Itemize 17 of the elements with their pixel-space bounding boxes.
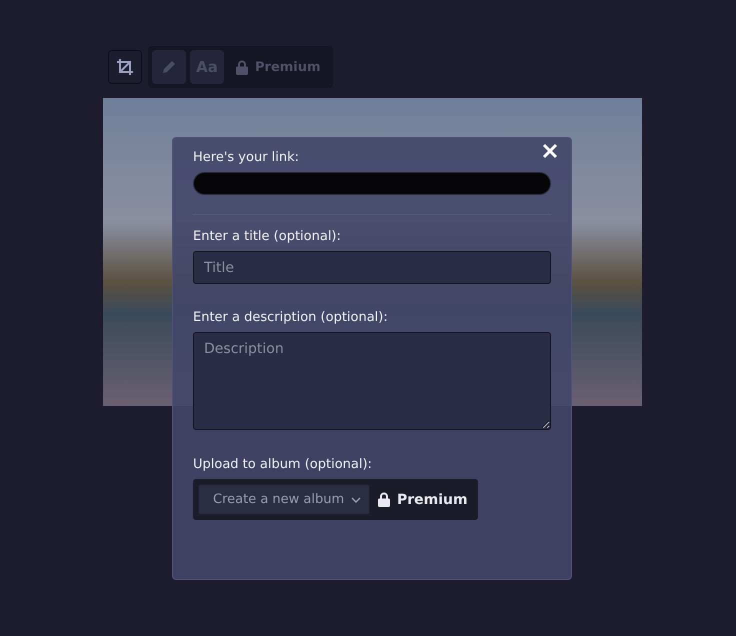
album-label: Upload to album (optional): bbox=[193, 457, 373, 472]
description-label: Enter a description (optional): bbox=[193, 310, 389, 325]
chevron-down-icon bbox=[351, 496, 361, 502]
close-button[interactable] bbox=[541, 143, 559, 161]
title-field[interactable]: Title bbox=[193, 251, 551, 284]
lock-icon bbox=[236, 60, 248, 74]
premium-label: Premium bbox=[397, 492, 468, 508]
link-label: Here's your link: bbox=[193, 150, 300, 165]
crop-icon bbox=[116, 58, 134, 76]
pencil-icon bbox=[161, 59, 177, 75]
album-dropdown[interactable]: Create a new album bbox=[198, 484, 370, 515]
description-field[interactable]: Description bbox=[193, 332, 551, 430]
lock-icon bbox=[378, 492, 390, 507]
link-field[interactable] bbox=[193, 172, 551, 195]
crop-tool-button[interactable] bbox=[108, 50, 142, 84]
title-label: Enter a title (optional): bbox=[193, 229, 342, 244]
premium-label: Premium bbox=[255, 60, 321, 74]
